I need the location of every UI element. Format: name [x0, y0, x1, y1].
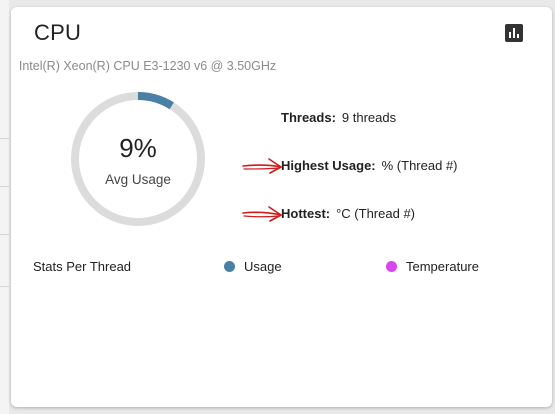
highest-usage-stat: Highest Usage: % (Thread #)	[281, 158, 458, 173]
legend-label-temperature: Temperature	[406, 259, 479, 274]
gauge-percent: 9%	[119, 133, 157, 163]
cpu-model-label: Intel(R) Xeon(R) CPU E3-1230 v6 @ 3.50GH…	[18, 59, 277, 73]
annotation-arrow	[242, 206, 282, 222]
cpu-model-text: Intel(R) Xeon(R) CPU E3-1230 v6 @ 3.50GH…	[11, 59, 552, 73]
divider	[0, 138, 9, 139]
avg-usage-gauge: 9% Avg Usage	[68, 89, 208, 229]
gauge-label: Avg Usage	[105, 172, 171, 187]
thread-stats-legend: Stats Per Thread Usage Temperature	[33, 259, 533, 277]
divider	[0, 286, 9, 287]
bar-chart-icon[interactable]	[505, 24, 523, 42]
legend-title: Stats Per Thread	[33, 259, 132, 274]
highest-usage-label: Highest Usage:	[281, 158, 376, 173]
threads-value: 9 threads	[341, 110, 397, 125]
cpu-card: CPU Intel(R) Xeon(R) CPU E3-1230 v6 @ 3.…	[11, 7, 552, 407]
legend-dot-temperature	[386, 261, 397, 272]
left-panel-edge	[0, 0, 9, 414]
hottest-value: °C (Thread #)	[336, 206, 415, 221]
legend-item-temperature[interactable]: Temperature	[386, 259, 479, 274]
threads-label: Threads:	[281, 110, 336, 125]
divider	[0, 234, 9, 235]
legend-dot-usage	[224, 261, 235, 272]
highest-usage-value: % (Thread #)	[381, 158, 458, 173]
hottest-label: Hottest:	[281, 206, 331, 221]
card-title: CPU	[34, 20, 82, 45]
legend-item-usage[interactable]: Usage	[224, 259, 282, 274]
annotation-arrow	[242, 158, 282, 174]
threads-stat: Threads: 9 threads	[281, 110, 396, 125]
hottest-stat: Hottest: °C (Thread #)	[281, 206, 415, 221]
legend-label-usage: Usage	[244, 259, 282, 274]
divider	[0, 186, 9, 187]
